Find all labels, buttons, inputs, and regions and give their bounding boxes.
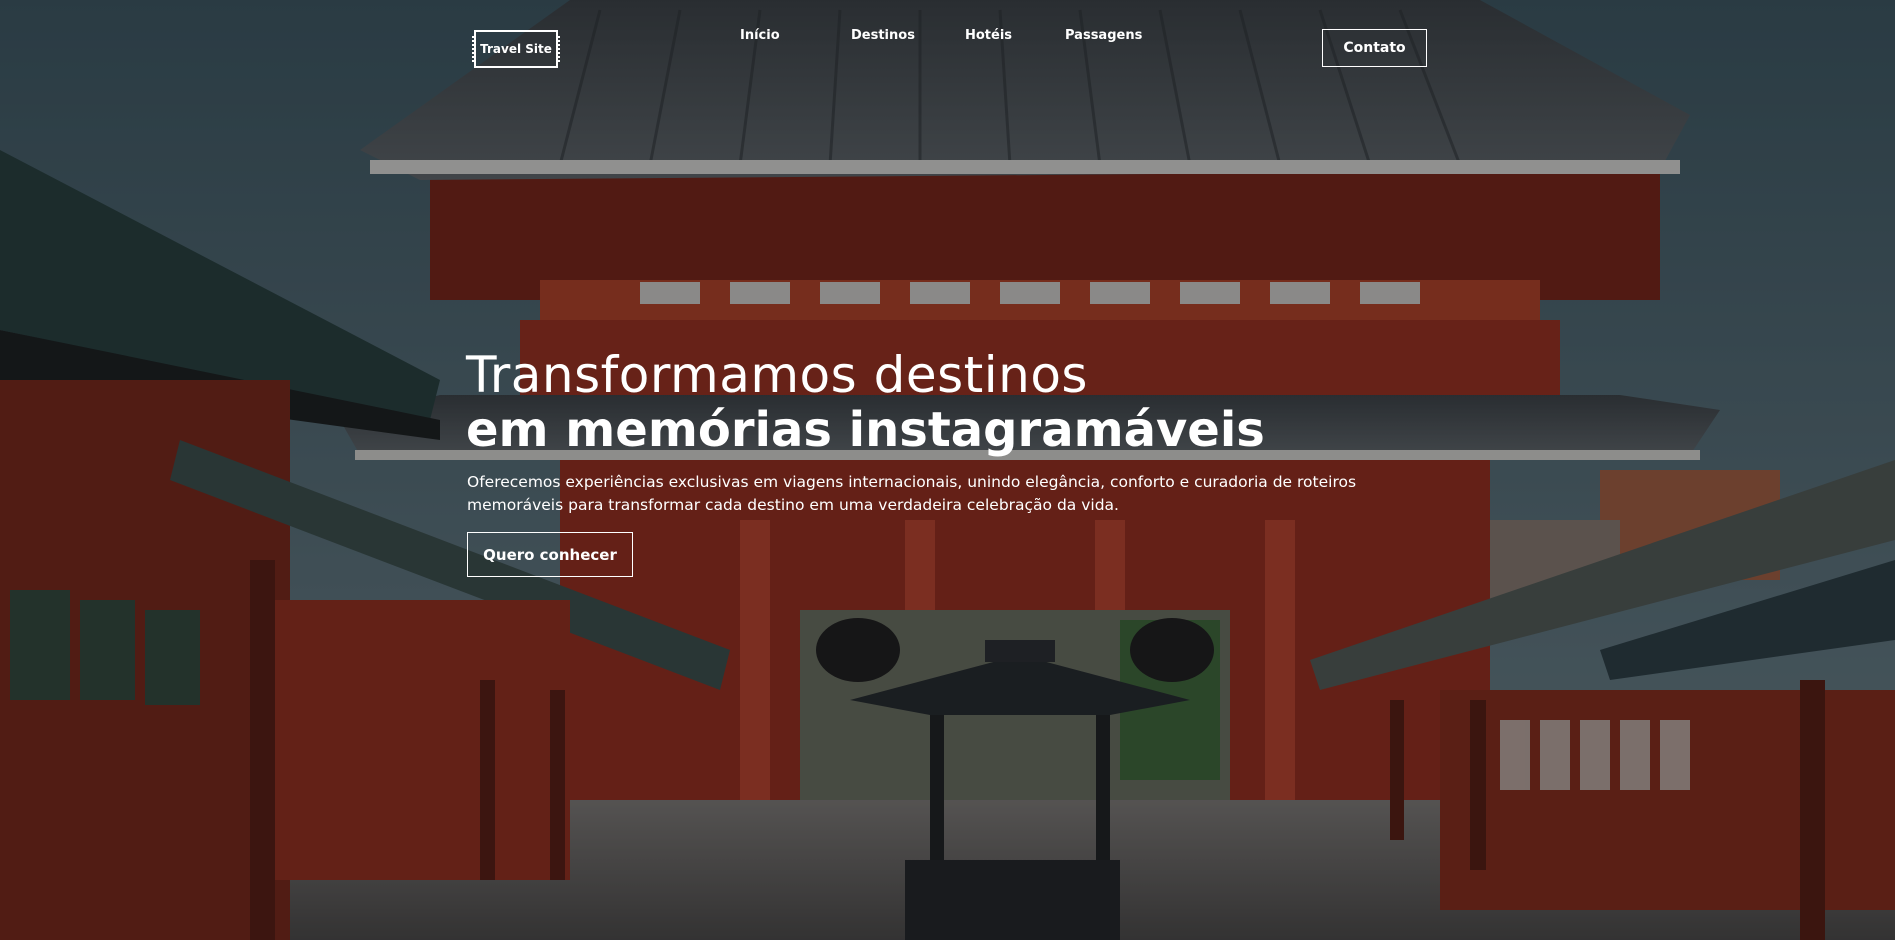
main-nav: Início Destinos Hotéis Passagens (740, 28, 1145, 43)
ticket-perforation-right (554, 36, 560, 62)
nav-item-hoteis[interactable]: Hotéis (965, 28, 1065, 43)
ticket-perforation-left (472, 36, 478, 62)
nav-item-inicio[interactable]: Início (740, 28, 851, 43)
logo-text: Travel Site (480, 42, 552, 56)
nav-item-passagens[interactable]: Passagens (1065, 28, 1145, 43)
cta-button[interactable]: Quero conhecer (467, 532, 633, 577)
hero-subtitle: Oferecemos experiências exclusivas em vi… (467, 473, 1357, 514)
contact-button[interactable]: Contato (1322, 29, 1427, 67)
hero-headline-light: Transformamos destinos (466, 346, 1088, 404)
hero-headline-bold: em memórias instagramáveis (466, 402, 1265, 458)
nav-item-destinos[interactable]: Destinos (851, 28, 965, 43)
hero-section: Travel Site Início Destinos Hotéis Passa… (0, 0, 1895, 940)
dark-overlay (0, 0, 1895, 940)
logo[interactable]: Travel Site (472, 30, 560, 68)
